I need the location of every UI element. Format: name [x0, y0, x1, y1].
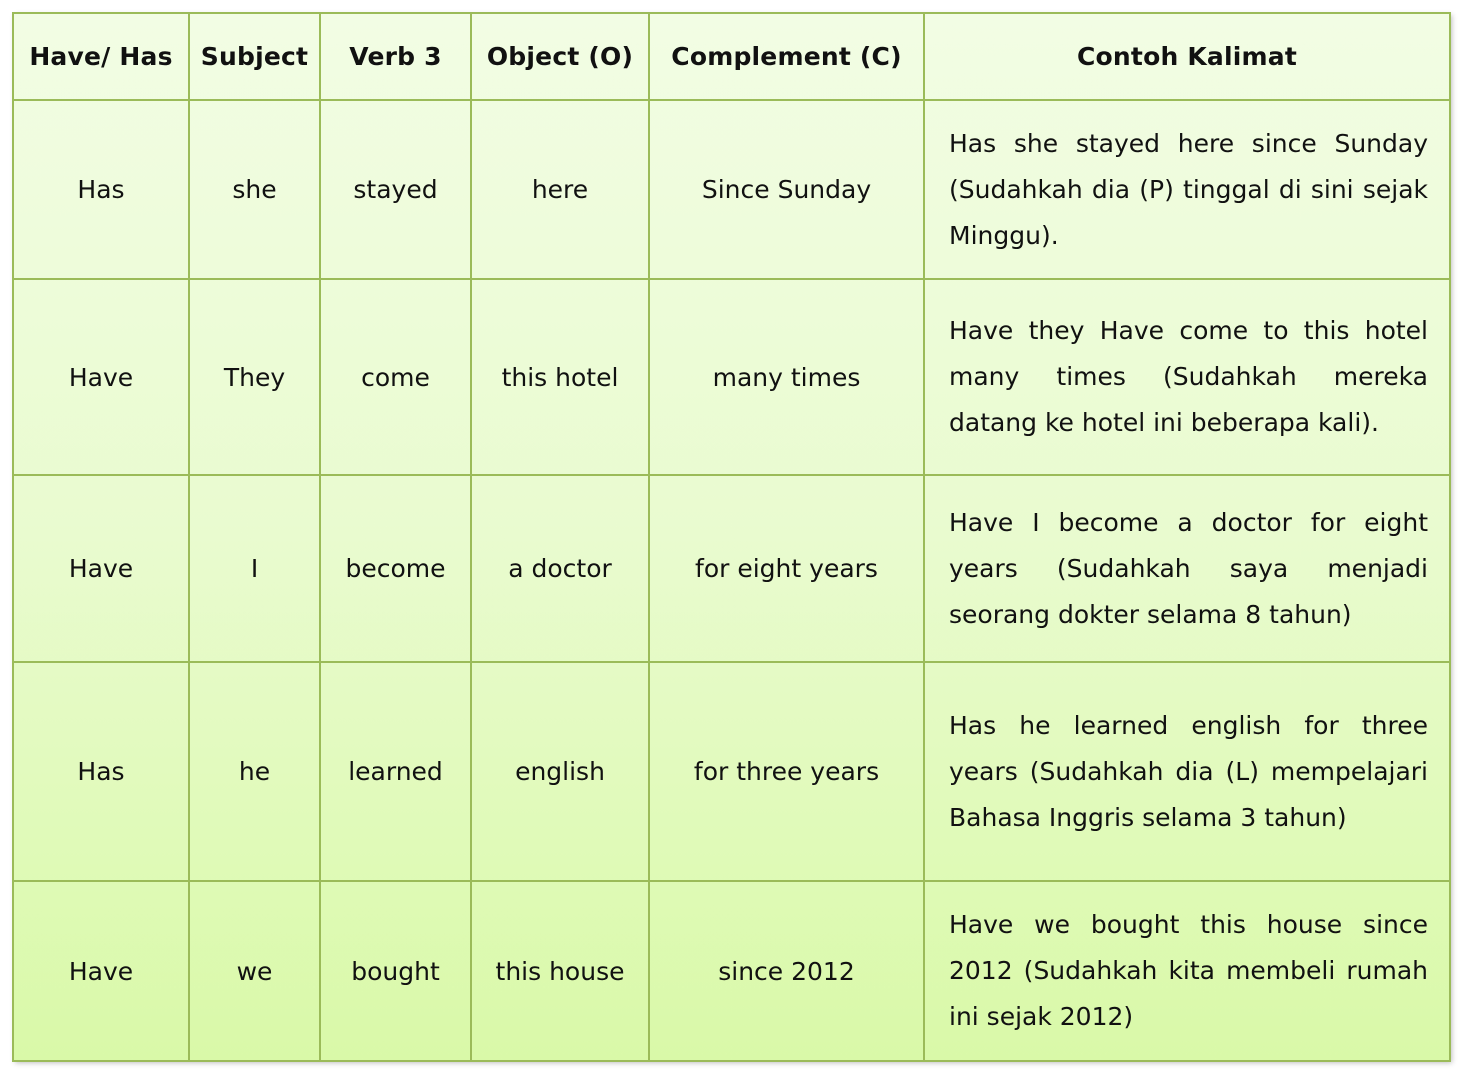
cell-example: Have we bought this house since 2012 (Su… [923, 880, 1451, 1062]
example-sentence: Have I become a doctor for eight years (… [949, 507, 1428, 629]
header-example: Contoh Kalimat [923, 12, 1451, 101]
cell-complement: many times [648, 278, 925, 476]
cell-object: this hotel [470, 278, 650, 476]
cell-object: this house [470, 880, 650, 1062]
table-row: Has he learned english for three years H… [12, 661, 1451, 882]
table-row: Have we bought this house since 2012 Hav… [12, 880, 1451, 1062]
cell-example: Have I become a doctor for eight years (… [923, 474, 1451, 663]
cell-example: Has she stayed here since Sunday (Sudahk… [923, 99, 1451, 280]
cell-verb3: come [319, 278, 472, 476]
cell-object: a doctor [470, 474, 650, 663]
cell-verb3: stayed [319, 99, 472, 280]
cell-subject: They [188, 278, 321, 476]
cell-have-has: Has [12, 99, 190, 280]
cell-have-has: Has [12, 661, 190, 882]
header-have-has: Have/ Has [12, 12, 190, 101]
cell-have-has: Have [12, 278, 190, 476]
cell-subject: we [188, 880, 321, 1062]
header-complement: Complement (C) [648, 12, 925, 101]
cell-complement: for three years [648, 661, 925, 882]
cell-subject: he [188, 661, 321, 882]
example-sentence: Has he learned english for three years (… [949, 710, 1428, 832]
cell-subject: she [188, 99, 321, 280]
cell-have-has: Have [12, 474, 190, 663]
cell-example: Has he learned english for three years (… [923, 661, 1451, 882]
grammar-table-container: Have/ Has Subject Verb 3 Object (O) Comp… [12, 12, 1451, 1062]
example-sentence: Have they Have come to this hotel many t… [949, 316, 1428, 437]
header-object: Object (O) [470, 12, 650, 101]
cell-example: Have they Have come to this hotel many t… [923, 278, 1451, 476]
cell-subject: I [188, 474, 321, 663]
table-row: Has she stayed here Since Sunday Has she… [12, 99, 1451, 280]
table-row: Have They come this hotel many times Hav… [12, 278, 1451, 476]
cell-verb3: learned [319, 661, 472, 882]
header-verb3: Verb 3 [319, 12, 472, 101]
cell-complement: Since Sunday [648, 99, 925, 280]
cell-verb3: bought [319, 880, 472, 1062]
present-perfect-question-table: Have/ Has Subject Verb 3 Object (O) Comp… [12, 12, 1451, 1062]
cell-object: english [470, 661, 650, 882]
cell-object: here [470, 99, 650, 280]
cell-verb3: become [319, 474, 472, 663]
cell-have-has: Have [12, 880, 190, 1062]
example-sentence: Has she stayed here since Sunday (Sudahk… [949, 128, 1428, 250]
header-subject: Subject [188, 12, 321, 101]
example-sentence: Have we bought this house since 2012 (Su… [949, 910, 1428, 1031]
header-row: Have/ Has Subject Verb 3 Object (O) Comp… [12, 12, 1451, 101]
cell-complement: for eight years [648, 474, 925, 663]
cell-complement: since 2012 [648, 880, 925, 1062]
table-row: Have I become a doctor for eight years H… [12, 474, 1451, 663]
